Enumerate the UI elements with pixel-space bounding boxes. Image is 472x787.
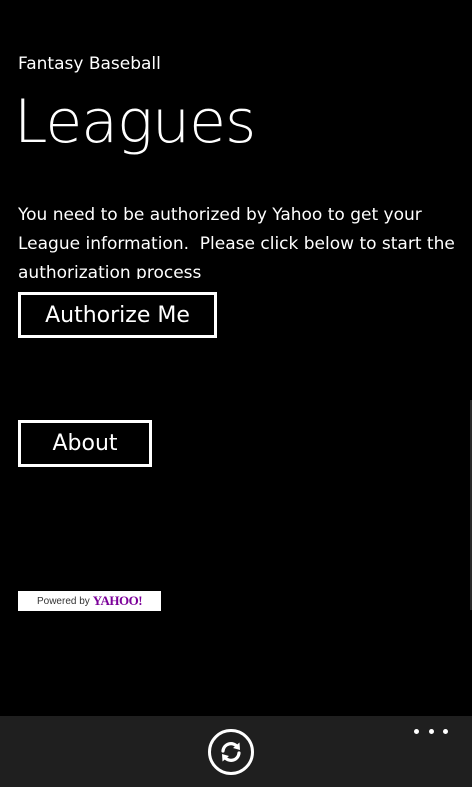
authorize-me-button[interactable]: Authorize Me <box>18 292 217 338</box>
app-bar <box>0 716 472 787</box>
about-button[interactable]: About <box>18 420 152 467</box>
ellipsis-icon <box>428 728 434 734</box>
powered-by-yahoo-badge: Powered by YAHOO! <box>18 591 161 611</box>
refresh-icon <box>218 739 244 765</box>
page-title: Leagues <box>14 87 256 157</box>
powered-by-text: Powered by <box>36 595 90 607</box>
yahoo-logo: YAHOO! <box>92 593 143 608</box>
authorization-message: You need to be authorized by Yahoo to ge… <box>18 205 455 279</box>
ellipsis-icon <box>414 728 419 734</box>
refresh-button[interactable] <box>208 729 254 775</box>
app-title: Fantasy Baseball <box>18 54 161 74</box>
more-options-button[interactable] <box>414 722 448 740</box>
ellipsis-icon <box>443 728 448 734</box>
